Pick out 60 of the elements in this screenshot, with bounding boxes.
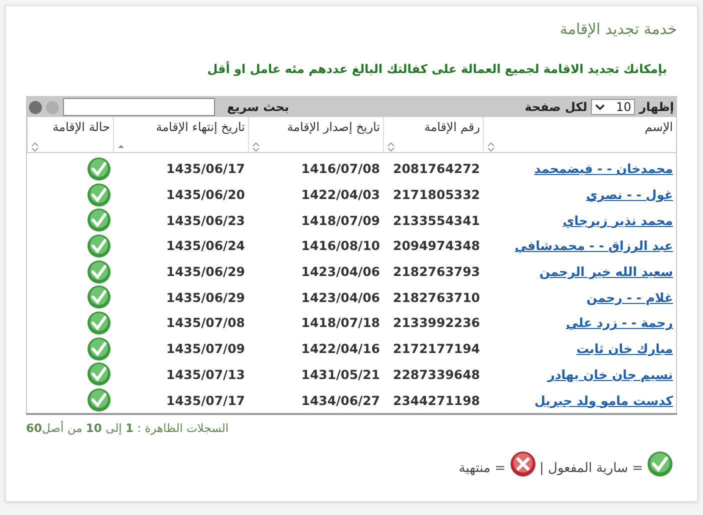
table-cell-text: 1435/07/09 [165, 340, 246, 358]
table-cell-text: 2081764272 [392, 160, 481, 178]
page-size-select[interactable]: 10 [591, 99, 636, 115]
table-cell-text: 2133992236 [392, 314, 481, 332]
column-header[interactable]: حالة الإقامة [27, 117, 113, 153]
table-cell-text: 1434/06/27 [300, 392, 381, 410]
table-cell-text: 1416/07/08 [300, 160, 381, 178]
sort-icon [31, 142, 39, 152]
search-field[interactable] [63, 98, 215, 116]
previous-page-button[interactable] [29, 100, 42, 114]
table-cell-text: 1435/06/29 [165, 288, 246, 307]
table-cell-text: 1435/07/13 [165, 366, 246, 384]
table-cell-text: 1422/04/03 [300, 186, 381, 204]
table-cell-text: 2287339648 [392, 366, 481, 384]
table-cell-text: 2182763710 [392, 288, 481, 307]
sort-icon [487, 142, 495, 152]
name-link[interactable]: عبد الرزاق - - محمدشافي [514, 238, 673, 254]
name-link[interactable]: سعيد الله خير الرحمن [539, 264, 673, 280]
table-cell-text: 1435/06/20 [165, 186, 246, 204]
name-link[interactable]: رحمة - - زرد علي [566, 315, 673, 330]
table-cell-text: 1416/08/10 [300, 237, 381, 256]
column-header[interactable]: تاريخ إصدار الإقامة [248, 117, 383, 153]
name-link[interactable]: محمدخان - - فيضمحمد [534, 161, 673, 176]
table-cell-text: 1418/07/18 [300, 314, 381, 332]
table-cell-text: 2182763793 [392, 263, 481, 282]
table-cell-text: 1435/06/29 [165, 263, 246, 282]
table-cell-text: 1422/04/16 [300, 340, 381, 358]
table-cell-text: 2133554341 [392, 212, 481, 230]
table-cell-text: 1435/06/17 [165, 160, 246, 178]
table-cell-text: 1431/05/21 [300, 366, 381, 384]
notice-text: بإمكانك تجديد الاقامة لجميع العمالة على كفالتك البالغ عددهم مئه عامل او أقل [206, 62, 667, 76]
per-page-label: لكل صفحة [524, 100, 588, 114]
table-cell-text: 2172177194 [392, 340, 481, 358]
column-header[interactable]: تاريخ إنتهاء الإقامة [113, 117, 248, 153]
legend-label: = منتهية [458, 461, 506, 476]
legend-label: = سارية المفعول | [540, 461, 643, 476]
sort-icon [252, 142, 260, 152]
name-link[interactable]: محمد نذير زيرجاي [562, 212, 673, 228]
column-header[interactable]: رقم الإقامة [383, 117, 483, 153]
table-cell-text: 1435/07/17 [165, 392, 246, 410]
chevron-icon [595, 104, 606, 110]
name-link[interactable]: غلام - - رحمن [586, 290, 673, 305]
table-cell-text: 2094974348 [392, 237, 481, 256]
table-cell-text: 1435/06/24 [165, 237, 246, 256]
table-cell-text: 2171805332 [392, 186, 481, 204]
name-link[interactable]: كدست مامو ولد جبريل [534, 392, 673, 408]
sort-icon [387, 142, 395, 152]
table-cell-text: 2344271198 [392, 392, 481, 410]
table-cell-text: 1418/07/09 [300, 212, 381, 230]
page-title: خدمة تجديد الإقامة [558, 20, 677, 38]
show-label: إظهار [639, 100, 674, 114]
search-label: بحث سريع [227, 100, 290, 114]
column-header[interactable]: الإسم [483, 117, 676, 153]
table-cell-text: 1435/07/08 [165, 314, 246, 332]
table-cell-text: 1423/04/06 [300, 263, 381, 282]
name-link[interactable]: مبارك خان ثابت [576, 341, 673, 356]
name-link[interactable]: غول - - نصري [586, 187, 673, 202]
table-cell-text: 1435/06/23 [165, 212, 246, 230]
table-cell-text: 1423/04/06 [300, 288, 381, 307]
name-link[interactable]: نسيم جان خان بهادر [548, 366, 673, 382]
